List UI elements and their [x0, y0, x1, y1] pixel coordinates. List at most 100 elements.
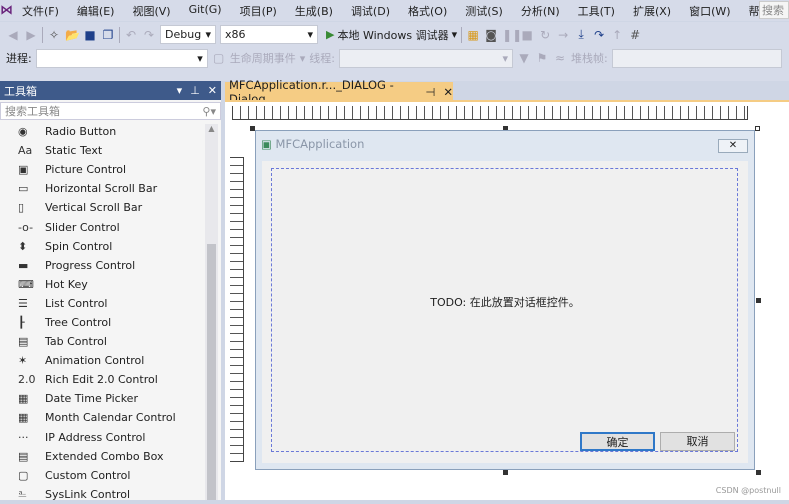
grid-icon[interactable]: #	[628, 28, 642, 42]
vertical-ruler[interactable]	[230, 157, 244, 462]
new-item-icon[interactable]: ✧	[47, 28, 61, 42]
resize-handle[interactable]	[756, 470, 761, 475]
menu-item[interactable]: 分析(N)	[512, 3, 569, 19]
toolbox-item-label: Vertical Scroll Bar	[45, 201, 143, 215]
toolbox-item[interactable]: ▦ Month Calendar Control	[0, 408, 221, 427]
toolbox-scrollbar-thumb[interactable]	[207, 244, 216, 500]
platform-select[interactable]: x86 ▾	[220, 25, 318, 44]
toolbox-item[interactable]: ··· IP Address Control	[0, 428, 221, 447]
control-icon: ┠	[18, 315, 25, 329]
close-tab-icon[interactable]: ✕	[443, 85, 453, 99]
debug-location-toolbar: 进程: ▾ ▢ 生命周期事件 ▾ 线程: ▾ ▼ ⚑ ≈ 堆栈帧:	[0, 47, 789, 69]
save-all-icon[interactable]: ❐	[101, 28, 115, 42]
toolbox-item[interactable]: ▤ Tab Control	[0, 332, 221, 351]
filter-icon[interactable]: ▼	[517, 51, 531, 65]
toolbox-item[interactable]: ▢ Custom Control	[0, 466, 221, 485]
forward-icon[interactable]: ▶	[24, 28, 38, 42]
pause-icon[interactable]: ❚❚	[502, 28, 522, 42]
toolbox-item[interactable]: ▬ Progress Control	[0, 256, 221, 275]
toolbox-item[interactable]: ▯ Vertical Scroll Bar	[0, 198, 221, 217]
dropdown-icon[interactable]: ▾	[177, 84, 183, 97]
menu-item[interactable]: 扩展(X)	[624, 3, 680, 19]
horizontal-ruler[interactable]	[232, 106, 748, 120]
toolbox-item[interactable]: ✶ Animation Control	[0, 351, 221, 370]
toolbox-item[interactable]: Aa Static Text	[0, 141, 221, 160]
stack-icon[interactable]: ≈	[553, 51, 567, 65]
cancel-button[interactable]: 取消	[660, 432, 735, 451]
screenshot-icon[interactable]: ◙	[484, 28, 498, 42]
menu-item[interactable]: 生成(B)	[286, 3, 342, 19]
control-icon: ▬	[18, 258, 29, 272]
menu-item[interactable]: 格式(O)	[399, 3, 456, 19]
app-icon: ▣	[261, 137, 276, 151]
back-icon[interactable]: ◀	[6, 28, 20, 42]
menu-item[interactable]: 编辑(E)	[68, 3, 124, 19]
toolbox-item[interactable]: ▭ Horizontal Scroll Bar	[0, 179, 221, 198]
toolbox-search-input[interactable]: 搜索工具箱 ⚲▾	[0, 102, 221, 120]
toolbox-item[interactable]: ⎁ SysLink Control	[0, 485, 221, 504]
toolbox-item-label: SysLink Control	[45, 487, 131, 501]
control-icon: ▦	[18, 392, 29, 406]
menu-item[interactable]: 窗口(W)	[680, 3, 739, 19]
menu-item[interactable]: 测试(S)	[456, 3, 512, 19]
toolbox-item[interactable]: ◉ Radio Button	[0, 122, 221, 141]
toolbox-item[interactable]: -o- Slider Control	[0, 217, 221, 236]
close-icon[interactable]: ✕	[208, 84, 217, 97]
control-icon: ▭	[18, 182, 29, 196]
toolbox-item[interactable]: ▣ Picture Control	[0, 160, 221, 179]
menu-item[interactable]: 文件(F)	[13, 3, 68, 19]
toolbox-item-label: Date Time Picker	[45, 392, 138, 406]
menu-item[interactable]: 调试(D)	[342, 3, 399, 19]
search-input[interactable]: 搜索	[759, 1, 789, 19]
menu-item[interactable]: Git(G)	[180, 3, 231, 19]
toolbox-item[interactable]: ┠ Tree Control	[0, 313, 221, 332]
configuration-select[interactable]: Debug ▾	[160, 25, 216, 44]
toolbox-item-label: Rich Edit 2.0 Control	[45, 373, 158, 387]
toolbox-search-placeholder: 搜索工具箱	[5, 105, 60, 118]
step-over-icon[interactable]: ↷	[592, 28, 606, 42]
control-icon: ▯	[18, 201, 25, 215]
lifecycle-events-button[interactable]: 生命周期事件	[230, 50, 296, 66]
step-into-icon[interactable]: ⤓	[574, 27, 588, 42]
menu-item[interactable]: 视图(V)	[123, 3, 179, 19]
open-icon[interactable]: 📂	[65, 28, 80, 42]
stop-icon[interactable]: ■	[520, 28, 534, 42]
resize-handle[interactable]	[503, 470, 508, 475]
restart-icon[interactable]: ↻	[538, 28, 552, 42]
pin-icon[interactable]: ⊣	[425, 85, 435, 99]
find-icon[interactable]: ▦	[466, 28, 480, 42]
undo-icon[interactable]: ↶	[124, 28, 138, 42]
step-out-icon[interactable]: ↑	[610, 28, 624, 42]
toolbox-item[interactable]: 2.0 Rich Edit 2.0 Control	[0, 370, 221, 389]
resize-handle[interactable]	[756, 298, 761, 303]
stack-frame-select[interactable]	[611, 48, 782, 68]
toolbox-item[interactable]: ☰ List Control	[0, 294, 221, 313]
dialog-close-button[interactable]: ✕	[718, 139, 748, 153]
search-icon[interactable]: ⚲▾	[202, 105, 216, 118]
tab-dialog-editor[interactable]: MFCApplication.r..._DIALOG - Dialog ⊣ ✕	[225, 78, 453, 106]
dialog-preview[interactable]: ▣ MFCApplication ✕ TODO: 在此放置对话框控件。 确定 取…	[255, 130, 755, 470]
resize-handle[interactable]	[755, 126, 760, 131]
menu-item[interactable]: 工具(T)	[569, 3, 624, 19]
toolbox-item[interactable]: ▤ Extended Combo Box	[0, 447, 221, 466]
menu-item[interactable]: 项目(P)	[231, 3, 286, 19]
todo-static-text[interactable]: TODO: 在此放置对话框控件。	[262, 294, 748, 310]
process-select[interactable]: ▾	[35, 48, 208, 68]
toolbox-item-label: Month Calendar Control	[45, 411, 176, 425]
toolbox-item-label: Tree Control	[45, 315, 112, 329]
toolbox-header: 工具箱 ▾ ⊥ ✕	[0, 81, 221, 100]
toolbox-item[interactable]: ⬍ Spin Control	[0, 237, 221, 256]
lifecycle-icon[interactable]: ▢	[212, 51, 226, 65]
redo-icon[interactable]: ↷	[142, 28, 156, 42]
save-icon[interactable]: ■	[83, 28, 97, 42]
start-debugging-button[interactable]: ▶ 本地 Windows 调试器 ▾	[326, 27, 457, 43]
toolbox-item[interactable]: ▦ Date Time Picker	[0, 389, 221, 408]
next-statement-icon[interactable]: →	[556, 28, 570, 42]
ok-button[interactable]: 确定	[580, 432, 655, 451]
thread-select[interactable]: ▾	[338, 48, 513, 68]
pin-icon[interactable]: ⊥	[190, 84, 200, 97]
stack-frame-label: 堆栈帧:	[570, 52, 608, 65]
toolbox-item-label: Radio Button	[45, 125, 117, 139]
flag-icon[interactable]: ⚑	[535, 51, 549, 65]
toolbox-item[interactable]: ⌨ Hot Key	[0, 275, 221, 294]
